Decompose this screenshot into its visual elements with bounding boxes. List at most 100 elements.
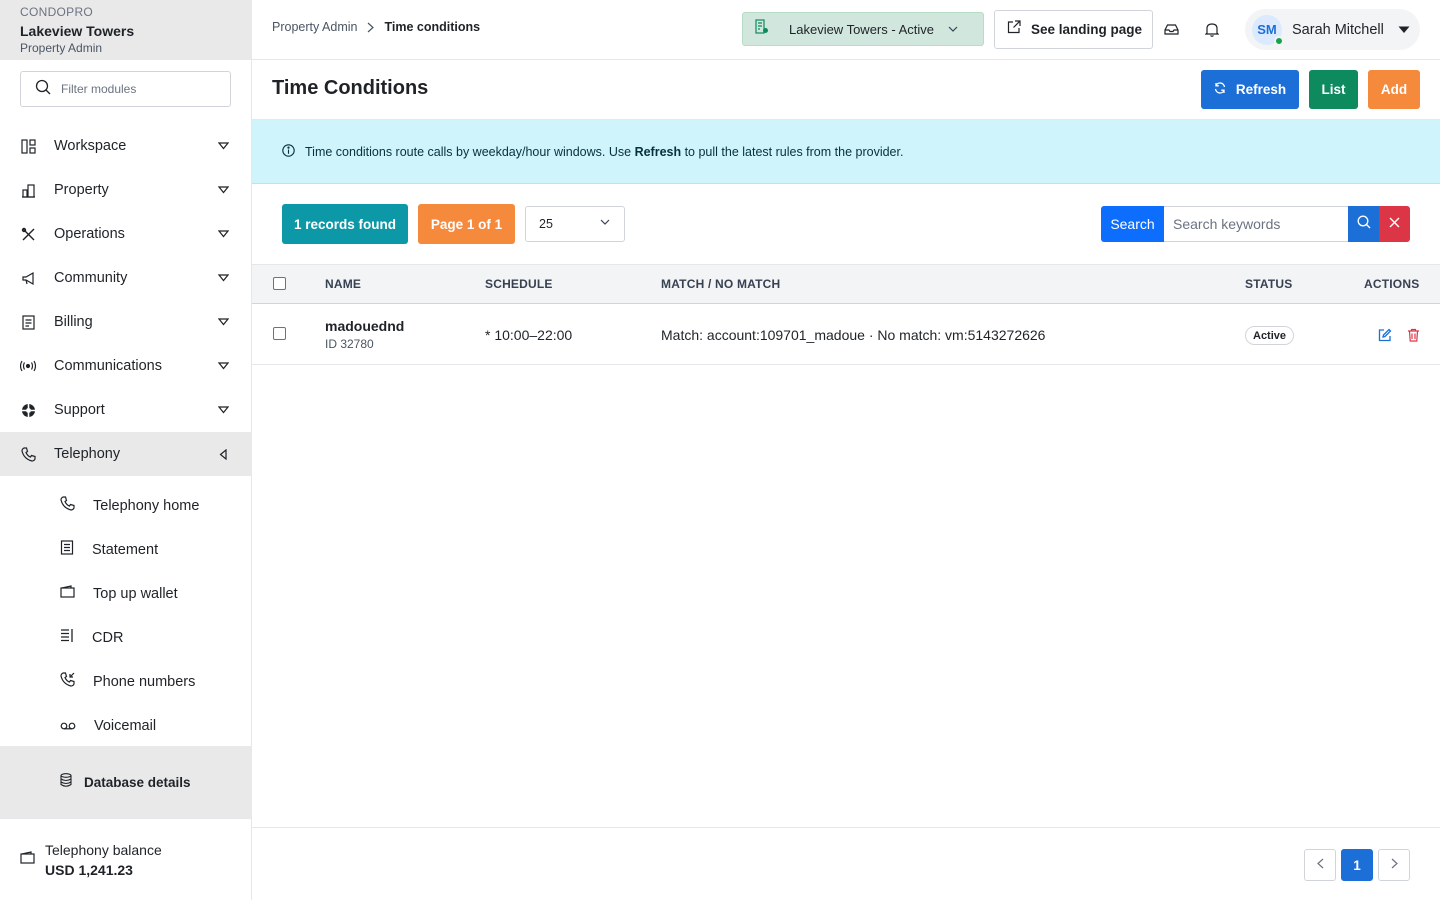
column-header-match[interactable]: MATCH / NO MATCH — [661, 277, 780, 291]
column-header-status[interactable]: STATUS — [1245, 277, 1292, 291]
list-icon — [60, 628, 74, 648]
add-button[interactable]: Add — [1368, 70, 1420, 109]
row-match: Match: account:109701_madoue · No match:… — [661, 327, 1046, 343]
property-selector-label: Lakeview Towers - Active — [789, 21, 934, 37]
online-status-dot — [1274, 35, 1284, 46]
search-input[interactable] — [1164, 206, 1348, 242]
caret-left-icon — [217, 448, 229, 460]
search-group: Search — [1101, 206, 1410, 242]
caret-down-icon — [217, 142, 229, 150]
see-landing-page-button[interactable]: See landing page — [994, 10, 1153, 49]
chevron-left-icon — [1316, 856, 1324, 874]
refresh-icon — [1214, 82, 1226, 97]
chevron-down-icon — [948, 26, 958, 32]
info-icon — [282, 143, 295, 160]
info-text-after: to pull the latest rules from the provid… — [681, 144, 904, 159]
refresh-button[interactable]: Refresh — [1201, 70, 1299, 109]
megaphone-icon — [20, 270, 36, 286]
sidebar-item-label: Support — [54, 402, 105, 418]
filter-modules-input[interactable] — [61, 82, 211, 96]
sidebar-subitem-voicemail[interactable]: Voicemail — [0, 704, 251, 748]
bell-icon[interactable] — [1204, 21, 1220, 37]
sidebar-item-support[interactable]: Support — [0, 388, 251, 432]
sidebar-subitem-label: Voicemail — [94, 718, 157, 734]
sidebar-item-label: Operations — [54, 226, 125, 242]
sidebar-item-community[interactable]: Community — [0, 256, 251, 300]
wallet-icon — [60, 585, 75, 603]
trash-icon[interactable] — [1405, 327, 1421, 343]
sidebar-subitem-cdr[interactable]: CDR — [0, 616, 251, 660]
topbar: Property Admin Time conditions Lakeview … — [252, 0, 1440, 60]
table-header: NAME SCHEDULE MATCH / NO MATCH STATUS AC… — [252, 264, 1440, 304]
breadcrumb-current: Time conditions — [384, 20, 481, 34]
filter-modules-field[interactable] — [20, 71, 231, 107]
sidebar-item-label: Telephony — [54, 446, 121, 462]
column-header-schedule[interactable]: SCHEDULE — [485, 277, 553, 291]
sidebar-subitem-label: Statement — [92, 542, 159, 558]
sidebar-item-label: Workspace — [54, 138, 127, 154]
row-checkbox[interactable] — [273, 327, 286, 340]
prev-page-button[interactable] — [1304, 849, 1336, 881]
sidebar-item-communications[interactable]: Communications — [0, 344, 251, 388]
caret-down-icon — [217, 362, 229, 370]
caret-down-icon — [1398, 26, 1410, 34]
property-selector[interactable]: Lakeview Towers - Active — [742, 12, 984, 46]
phone-icon — [20, 446, 36, 462]
brand-org: Lakeview Towers — [20, 23, 135, 39]
select-all-checkbox[interactable] — [273, 277, 286, 290]
caret-down-icon — [217, 230, 229, 238]
sidebar-item-label: Property — [54, 182, 109, 198]
sidebar-subitem-phone-numbers[interactable]: Phone numbers — [0, 660, 251, 704]
inbox-icon[interactable] — [1163, 21, 1179, 37]
search-button[interactable] — [1348, 206, 1379, 242]
avatar-initials: SM — [1257, 22, 1277, 37]
page-button-current[interactable]: 1 — [1341, 849, 1373, 881]
chevron-down-icon — [600, 219, 610, 225]
building-icon — [20, 182, 36, 198]
sidebar-item-operations[interactable]: Operations — [0, 212, 251, 256]
per-page-select[interactable]: 25 — [525, 206, 625, 242]
close-icon — [1389, 215, 1400, 233]
page-header: Time Conditions Refresh List Add — [252, 60, 1440, 120]
wallet-icon — [20, 850, 35, 869]
next-page-button[interactable] — [1378, 849, 1410, 881]
database-details-button[interactable]: Database details — [0, 746, 251, 818]
breadcrumb: Property Admin Time conditions — [272, 20, 480, 34]
receipt-icon — [20, 314, 36, 330]
sidebar-item-workspace[interactable]: Workspace — [0, 124, 251, 168]
records-found-badge: 1 records found — [282, 204, 408, 244]
lifebuoy-icon — [20, 402, 36, 418]
user-menu[interactable]: SM Sarah Mitchell — [1245, 9, 1420, 50]
sidebar-item-label: Communications — [54, 358, 162, 374]
sidebar-subitem-label: Telephony home — [93, 498, 200, 514]
see-landing-page-label: See landing page — [1031, 22, 1143, 37]
external-link-icon — [1007, 20, 1021, 39]
search-icon — [1357, 215, 1371, 234]
sidebar-item-label: Billing — [54, 314, 93, 330]
sidebar-item-property[interactable]: Property — [0, 168, 251, 212]
voicemail-icon — [60, 717, 76, 735]
column-header-name[interactable]: NAME — [325, 277, 361, 291]
pagination-footer: 1 — [252, 827, 1440, 900]
row-schedule: * 10:00–22:00 — [485, 327, 573, 343]
per-page-value: 25 — [539, 217, 553, 231]
brand-kicker: CONDOPRO — [20, 5, 94, 19]
table-row[interactable]: madouednd ID 32780 * 10:00–22:00 Match: … — [252, 305, 1440, 365]
breadcrumb-parent[interactable]: Property Admin — [272, 20, 357, 34]
sidebar-item-telephony[interactable]: Telephony — [0, 432, 251, 476]
avatar: SM — [1252, 14, 1284, 46]
chevron-right-icon — [367, 22, 375, 33]
sidebar-nav: Workspace Property Operations Community — [0, 124, 251, 748]
info-text: Time conditions route calls by weekday/h… — [305, 145, 903, 159]
sidebar-subitem-statement[interactable]: Statement — [0, 528, 251, 572]
sidebar-subitem-telephony-home[interactable]: Telephony home — [0, 484, 251, 528]
edit-icon[interactable] — [1377, 327, 1393, 343]
sidebar-subitem-top-up-wallet[interactable]: Top up wallet — [0, 572, 251, 616]
list-button[interactable]: List — [1309, 70, 1358, 109]
clear-search-button[interactable] — [1379, 206, 1410, 242]
page-indicator-badge: Page 1 of 1 — [418, 204, 515, 244]
telephony-balance: Telephony balance USD 1,241.23 — [0, 818, 251, 900]
document-icon — [60, 540, 74, 560]
sidebar-item-billing[interactable]: Billing — [0, 300, 251, 344]
building-check-icon — [755, 19, 769, 39]
